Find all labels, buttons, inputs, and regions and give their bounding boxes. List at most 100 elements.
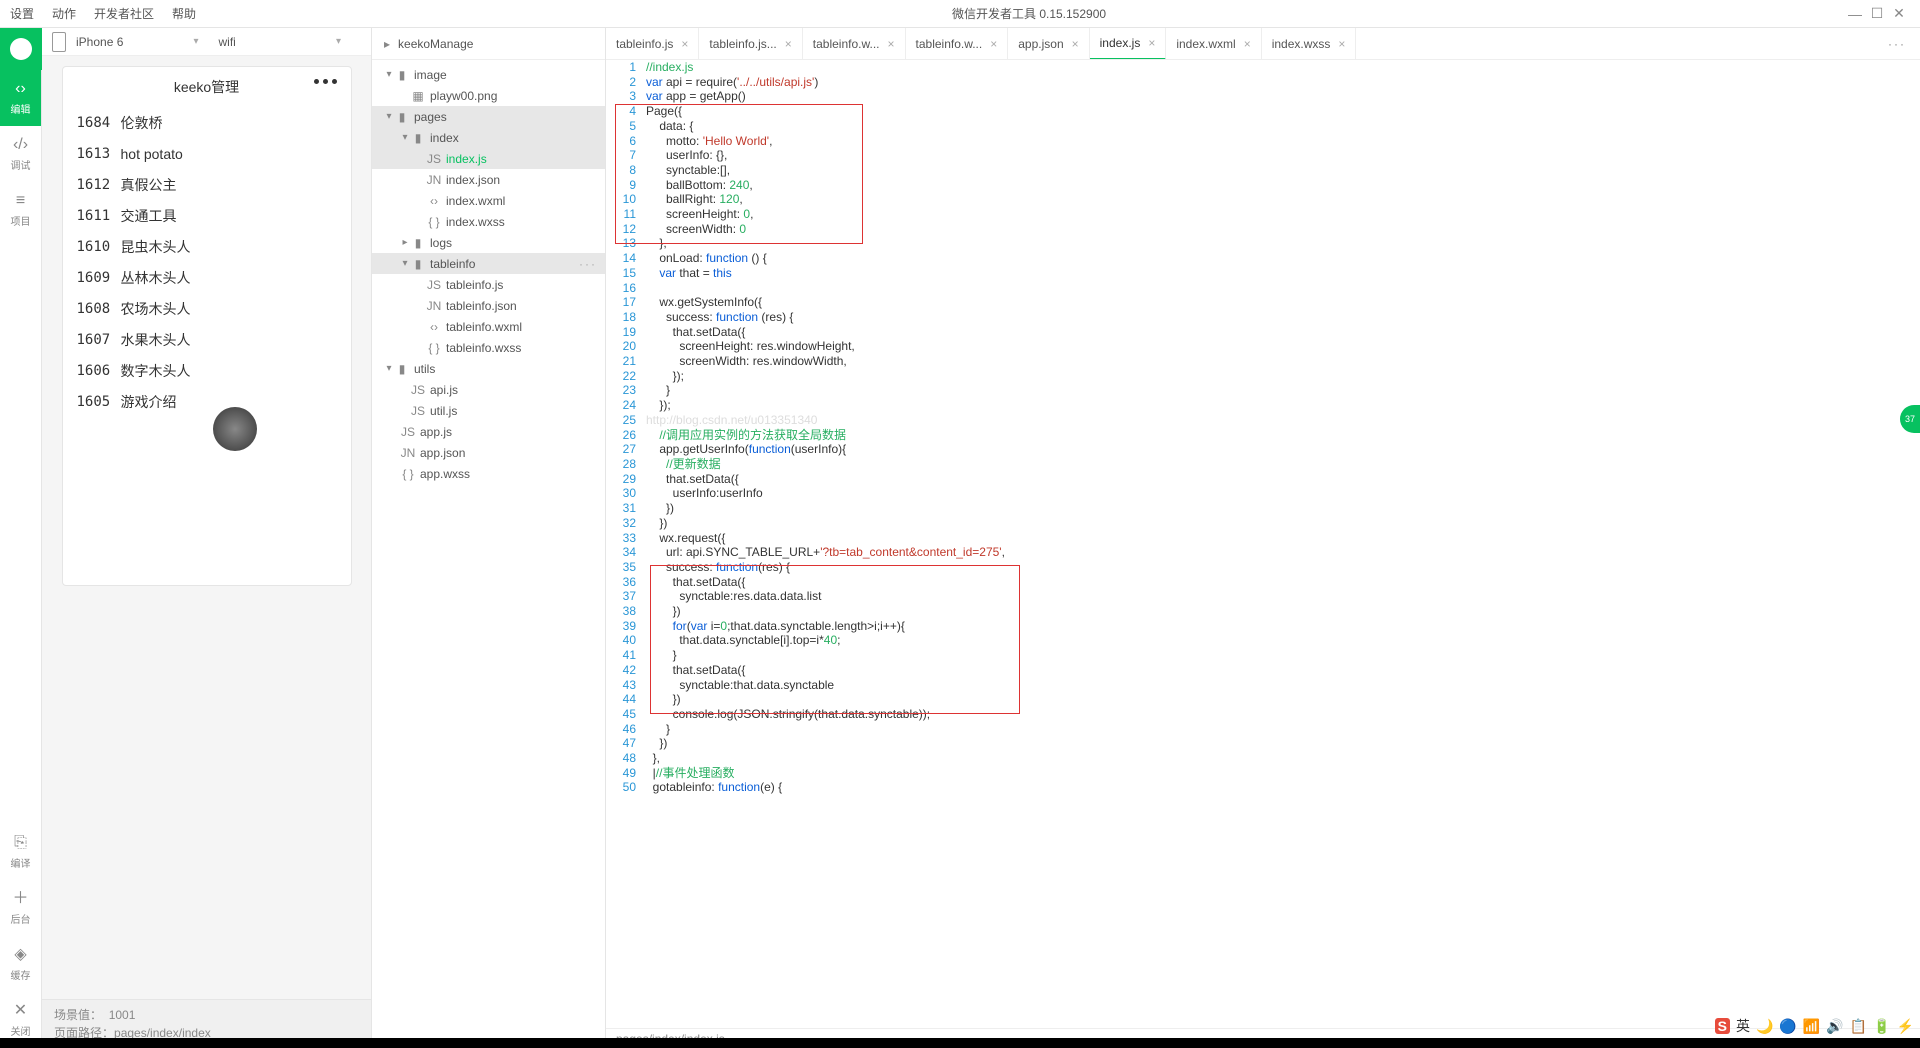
rail-编辑[interactable]: ‹›编辑	[0, 70, 41, 126]
maximize-button[interactable]: ☐	[1866, 5, 1888, 22]
json-icon: JN	[426, 299, 442, 313]
menu-动作[interactable]: 动作	[52, 7, 76, 21]
folder-icon: ▮	[410, 257, 426, 271]
taskbar	[0, 1038, 1920, 1048]
tree-node-pages[interactable]: ▾▮pages	[372, 106, 605, 127]
tree-node-tableinfo.wxss[interactable]: { }tableinfo.wxss	[372, 337, 605, 358]
folder-icon: ▮	[410, 131, 426, 145]
folder-icon: ▮	[394, 110, 410, 124]
tray-icon-4[interactable]: 📶	[1803, 1018, 1820, 1035]
tree-node-app.wxss[interactable]: { }app.wxss	[372, 463, 605, 484]
list-item[interactable]: 1610昆虫木头人	[77, 231, 337, 262]
tree-node-index.json[interactable]: JNindex.json	[372, 169, 605, 190]
tree-node-index.js[interactable]: JSindex.js	[372, 148, 605, 169]
system-tray: S英 🌙 🔵 📶 🔊 📋 🔋 ⚡	[1715, 1016, 1914, 1036]
js-icon: JS	[400, 425, 416, 439]
tree-node-tableinfo.json[interactable]: JNtableinfo.json	[372, 295, 605, 316]
wxss-icon: { }	[400, 467, 416, 481]
project-icon: ▸	[384, 37, 390, 51]
tab-tableinfo.js[interactable]: tableinfo.js×	[606, 28, 699, 60]
js-icon: JS	[426, 152, 442, 166]
avatar[interactable]	[0, 28, 42, 70]
menu-设置[interactable]: 设置	[10, 7, 34, 21]
rail-编译[interactable]: ⎘编译	[0, 824, 41, 880]
list-item[interactable]: 1607水果木头人	[77, 324, 337, 355]
tab-index.wxss[interactable]: index.wxss×	[1262, 28, 1357, 60]
tree-node-logs[interactable]: ▸▮logs	[372, 232, 605, 253]
js-icon: JS	[410, 383, 426, 397]
tab-tableinfo.js...[interactable]: tableinfo.js...×	[699, 28, 802, 60]
tray-icon-5[interactable]: 🔊	[1826, 1018, 1843, 1035]
code-editor[interactable]: 1234567891011121314151617181920212223242…	[606, 60, 1920, 1028]
tab-index.wxml[interactable]: index.wxml×	[1166, 28, 1261, 60]
simulator-screen[interactable]: keeko管理 1684伦敦桥1613hot potato1612真假公主161…	[62, 66, 352, 586]
list-item[interactable]: 1613hot potato	[77, 138, 337, 169]
close-icon[interactable]: ×	[990, 37, 997, 51]
tree-node-app.js[interactable]: JSapp.js	[372, 421, 605, 442]
wxss-icon: { }	[426, 341, 442, 355]
floating-avatar[interactable]	[213, 407, 257, 451]
tree-node-image[interactable]: ▾▮image	[372, 64, 605, 85]
rail-缓存[interactable]: ◈缓存	[0, 936, 41, 992]
close-icon[interactable]: ×	[1338, 37, 1345, 51]
tree-node-playw00.png[interactable]: ▦playw00.png	[372, 85, 605, 106]
close-icon[interactable]: ×	[1072, 37, 1079, 51]
tree-node-tableinfo[interactable]: ▾▮tableinfo···	[372, 253, 605, 274]
tray-icon-6[interactable]: 📋	[1850, 1018, 1867, 1035]
rail-项目[interactable]: ≡项目	[0, 182, 41, 238]
close-icon[interactable]: ×	[1148, 36, 1155, 50]
list-item[interactable]: 1608农场木头人	[77, 293, 337, 324]
rail-调试[interactable]: ‹/›调试	[0, 126, 41, 182]
list-item[interactable]: 1611交通工具	[77, 200, 337, 231]
folder-icon: ▮	[394, 68, 410, 82]
tray-icon-2[interactable]: 🌙	[1756, 1018, 1773, 1035]
folder-icon: ▮	[410, 236, 426, 250]
rail-后台[interactable]: ＋后台	[0, 880, 41, 936]
tree-node-tableinfo.wxml[interactable]: ‹›tableinfo.wxml	[372, 316, 605, 337]
tree-node-app.json[interactable]: JNapp.json	[372, 442, 605, 463]
list-item[interactable]: 1606数字木头人	[77, 355, 337, 386]
list-item[interactable]: 1684伦敦桥	[77, 107, 337, 138]
wxml-icon: ‹›	[426, 194, 442, 208]
tray-icon-7[interactable]: 🔋	[1873, 1018, 1890, 1035]
menu-帮助[interactable]: 帮助	[172, 7, 196, 21]
img-icon: ▦	[410, 89, 426, 103]
tray-icon-3[interactable]: 🔵	[1779, 1018, 1796, 1035]
tree-node-utils[interactable]: ▾▮utils	[372, 358, 605, 379]
notification-badge[interactable]: 37	[1900, 405, 1920, 433]
tray-icon-0[interactable]: S	[1715, 1018, 1730, 1034]
close-icon[interactable]: ×	[1244, 37, 1251, 51]
close-button[interactable]: ✕	[1888, 5, 1910, 22]
tab-tableinfo.w...[interactable]: tableinfo.w...×	[906, 28, 1009, 60]
folder-icon: ▮	[394, 362, 410, 376]
project-name: keekoManage	[398, 37, 473, 51]
device-dropdown[interactable]: iPhone 6▾	[76, 35, 219, 49]
tree-node-index.wxss[interactable]: { }index.wxss	[372, 211, 605, 232]
tray-icon-8[interactable]: ⚡	[1897, 1018, 1914, 1035]
tray-icon-1[interactable]: 英	[1736, 1016, 1750, 1036]
menu-dots-icon[interactable]	[314, 79, 337, 84]
tree-node-util.js[interactable]: JSutil.js	[372, 400, 605, 421]
left-rail: ‹›编辑‹/›调试≡项目 ⎘编译＋后台◈缓存✕关闭	[0, 28, 42, 1048]
list-item[interactable]: 1605游戏介绍	[77, 386, 337, 417]
tab-overflow[interactable]: ···	[1874, 37, 1920, 51]
close-icon[interactable]: ×	[888, 37, 895, 51]
menu-开发者社区[interactable]: 开发者社区	[94, 7, 154, 21]
file-explorer: ▸ keekoManage ▾▮image▦playw00.png▾▮pages…	[372, 28, 606, 1048]
list-item[interactable]: 1609丛林木头人	[77, 262, 337, 293]
tree-node-api.js[interactable]: JSapi.js	[372, 379, 605, 400]
simulator-panel: iPhone 6▾ wifi▾ keeko管理 1684伦敦桥1613hot p…	[42, 28, 372, 1048]
tab-index.js[interactable]: index.js×	[1090, 28, 1167, 60]
wxss-icon: { }	[426, 215, 442, 229]
tree-node-index[interactable]: ▾▮index	[372, 127, 605, 148]
tab-tableinfo.w...[interactable]: tableinfo.w...×	[803, 28, 906, 60]
tab-app.json[interactable]: app.json×	[1008, 28, 1089, 60]
list-item[interactable]: 1612真假公主	[77, 169, 337, 200]
tree-node-index.wxml[interactable]: ‹›index.wxml	[372, 190, 605, 211]
network-dropdown[interactable]: wifi▾	[219, 35, 362, 49]
app-title: 微信开发者工具 0.15.152900	[214, 5, 1844, 22]
minimize-button[interactable]: —	[1844, 6, 1866, 22]
close-icon[interactable]: ×	[681, 37, 688, 51]
tree-node-tableinfo.js[interactable]: JStableinfo.js	[372, 274, 605, 295]
close-icon[interactable]: ×	[785, 37, 792, 51]
